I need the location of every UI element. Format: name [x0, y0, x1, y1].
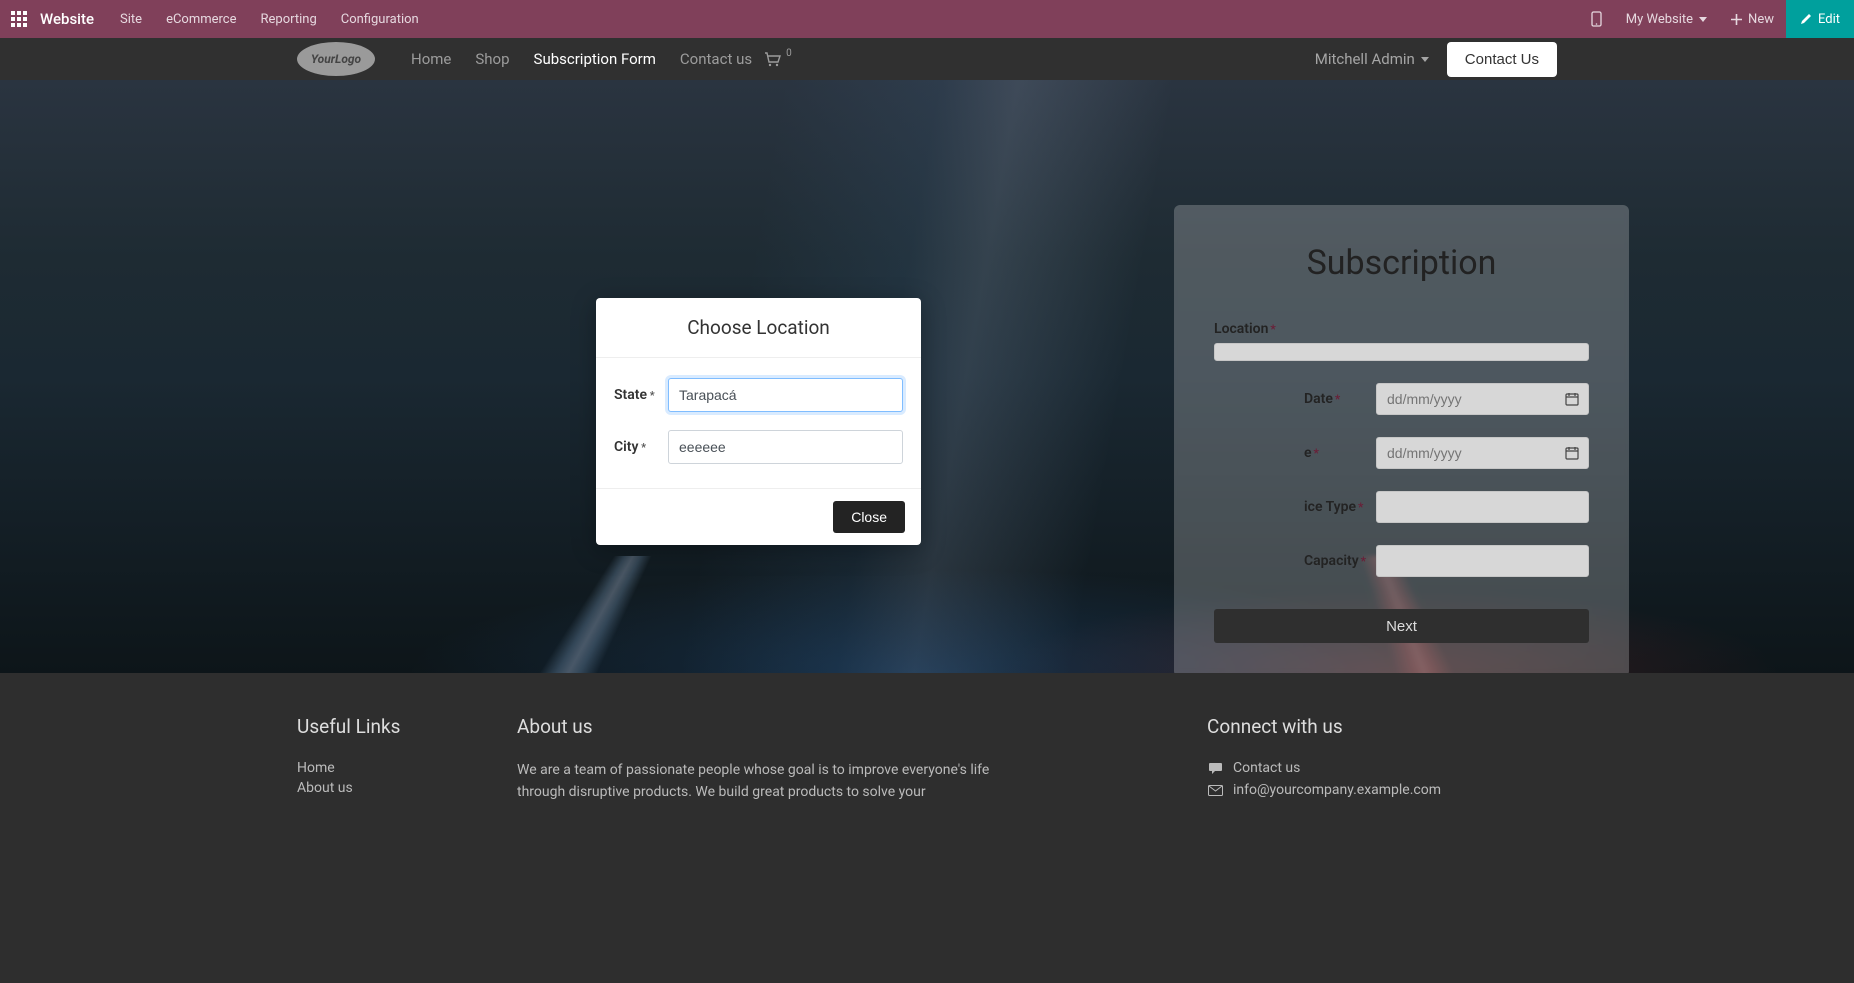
capacity-label: Capacity*: [1214, 553, 1364, 569]
mail-icon: [1207, 785, 1223, 796]
menu-configuration[interactable]: Configuration: [329, 0, 431, 38]
date-label-2: e*: [1214, 445, 1364, 461]
chevron-down-icon: [1699, 17, 1707, 22]
new-button[interactable]: New: [1719, 0, 1786, 38]
plus-icon: [1731, 14, 1742, 25]
footer-link-home[interactable]: Home: [297, 760, 477, 776]
footer-link-about[interactable]: About us: [297, 780, 477, 796]
about-text: We are a team of passionate people whose…: [517, 760, 1037, 803]
date-input-2[interactable]: [1376, 437, 1589, 469]
city-input[interactable]: [668, 430, 903, 464]
website-switcher[interactable]: My Website: [1614, 0, 1719, 38]
cart-icon: [764, 52, 782, 67]
user-name: Mitchell Admin: [1315, 50, 1415, 68]
location-input[interactable]: [1214, 343, 1589, 361]
connect-email-label: info@yourcompany.example.com: [1233, 782, 1441, 798]
modal-title: Choose Location: [616, 316, 901, 339]
modal-header: Choose Location: [596, 298, 921, 358]
mobile-preview-icon[interactable]: [1579, 0, 1614, 38]
subscription-title: Subscription: [1214, 243, 1589, 283]
state-input[interactable]: [668, 378, 903, 412]
menu-reporting[interactable]: Reporting: [249, 0, 329, 38]
website-switcher-label: My Website: [1626, 12, 1693, 27]
subscription-card: Subscription Location* Date* e*: [1174, 205, 1629, 673]
next-button[interactable]: Next: [1214, 609, 1589, 643]
admin-toolbar: Website Site eCommerce Reporting Configu…: [0, 0, 1854, 38]
service-type-input[interactable]: [1376, 491, 1589, 523]
edit-label: Edit: [1818, 12, 1840, 27]
connect-email[interactable]: info@yourcompany.example.com: [1207, 782, 1557, 798]
site-header: YourLogo Home Shop Subscription Form Con…: [0, 38, 1854, 80]
pencil-icon: [1800, 13, 1812, 25]
location-label: Location*: [1214, 321, 1589, 337]
hero-section: Subscription Location* Date* e*: [0, 80, 1854, 673]
contact-us-button[interactable]: Contact Us: [1447, 42, 1557, 77]
date-label-1: Date*: [1214, 391, 1364, 407]
service-type-label: ice Type*: [1214, 499, 1364, 515]
site-footer: Useful Links Home About us About us We a…: [0, 673, 1854, 983]
nav-shop[interactable]: Shop: [463, 50, 521, 68]
nav-subscription-form[interactable]: Subscription Form: [522, 50, 668, 68]
cart-button[interactable]: 0: [764, 52, 792, 67]
capacity-input[interactable]: [1376, 545, 1589, 577]
close-button[interactable]: Close: [833, 501, 905, 533]
site-logo[interactable]: YourLogo: [297, 42, 375, 76]
nav-home[interactable]: Home: [399, 50, 463, 68]
state-label: State *: [614, 387, 662, 403]
choose-location-modal: Choose Location State * City * Close: [596, 298, 921, 545]
about-heading: About us: [517, 715, 1037, 738]
city-label: City *: [614, 439, 662, 455]
connect-contact-label: Contact us: [1233, 760, 1300, 776]
menu-site[interactable]: Site: [108, 0, 154, 38]
chat-icon: [1207, 762, 1223, 775]
menu-ecommerce[interactable]: eCommerce: [154, 0, 248, 38]
connect-contact-us[interactable]: Contact us: [1207, 760, 1557, 776]
nav-contact-us[interactable]: Contact us: [668, 50, 764, 68]
apps-icon[interactable]: [0, 0, 38, 38]
useful-links-heading: Useful Links: [297, 715, 477, 738]
connect-heading: Connect with us: [1207, 715, 1557, 738]
app-name[interactable]: Website: [38, 10, 108, 28]
edit-button[interactable]: Edit: [1786, 0, 1854, 38]
user-menu[interactable]: Mitchell Admin: [1315, 50, 1429, 68]
date-input-1[interactable]: [1376, 383, 1589, 415]
cart-count: 0: [786, 48, 792, 59]
chevron-down-icon: [1421, 57, 1429, 62]
new-label: New: [1748, 12, 1774, 27]
